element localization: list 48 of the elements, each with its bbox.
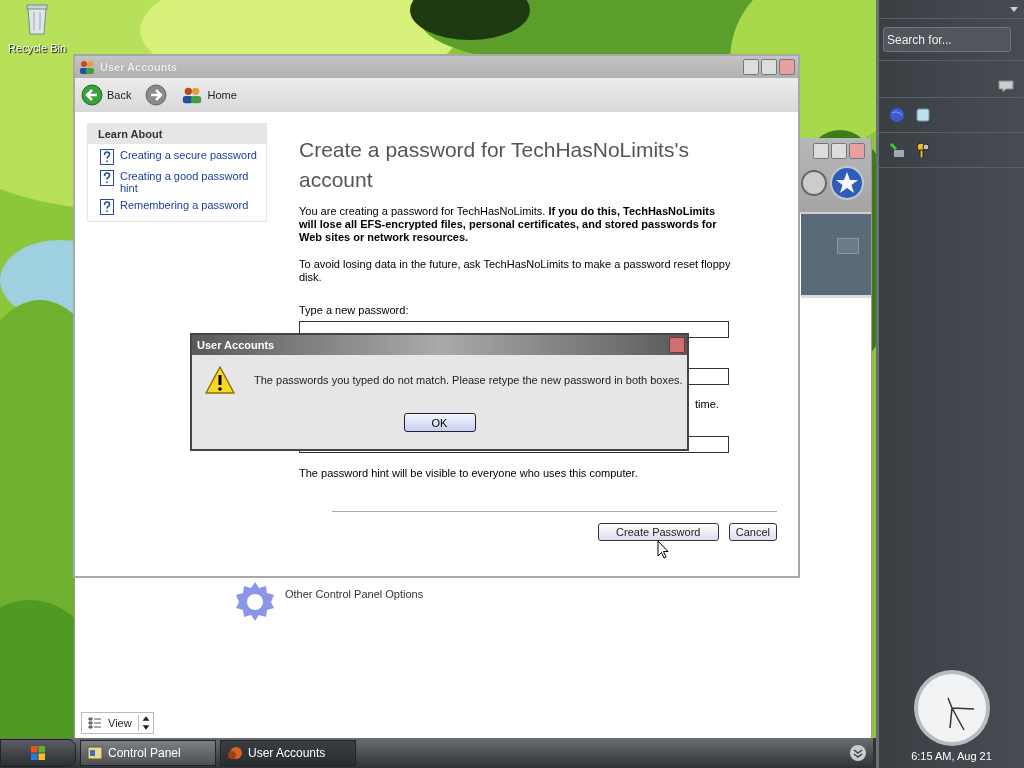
minimize-button[interactable]: [813, 143, 829, 159]
ok-button[interactable]: OK: [403, 413, 476, 432]
view-icon: [88, 717, 102, 729]
caret-icon[interactable]: [1010, 6, 1018, 12]
help-icon: [100, 199, 114, 215]
field-label: Type a new password:: [299, 304, 409, 316]
start-button[interactable]: [0, 739, 76, 767]
hint-note: The password hint will be visible to everyone who uses this computer.: [299, 467, 638, 479]
dialog-title: User Accounts: [197, 339, 275, 351]
help-link[interactable]: Creating a good password hint: [120, 170, 260, 194]
window-title: User Accounts: [100, 61, 179, 73]
maximize-button[interactable]: [761, 59, 777, 75]
taskbar-button[interactable]: User Accounts: [220, 740, 356, 766]
maximize-button[interactable]: [831, 143, 847, 159]
advice-text: To avoid losing data in the future, ask TechHasNoLimits to make a password reset floppy disk.: [299, 258, 731, 284]
category-link[interactable]: Other Control Panel Options: [285, 588, 424, 600]
spinner-icon: [137, 715, 151, 731]
navigation-button[interactable]: [801, 170, 827, 196]
chevron-icon[interactable]: [849, 744, 867, 762]
panel-heading: Learn About: [88, 124, 266, 144]
help-link[interactable]: Creating a secure password: [120, 149, 260, 161]
control-panel-icon: [87, 746, 103, 760]
close-button[interactable]: [669, 337, 685, 353]
clock-text: 6:15 AM, Aug 21: [911, 750, 992, 762]
view-button[interactable]: View: [81, 712, 154, 734]
dialog-message: The passwords you typed do not match. Please retype the new password in both boxes.: [254, 374, 683, 386]
note-text: time.: [695, 398, 719, 410]
users-icon: [79, 60, 95, 74]
help-icon: [100, 170, 114, 186]
cursor-icon: [657, 540, 669, 559]
users-icon: [227, 746, 243, 760]
search-field[interactable]: Search for...: [883, 27, 1011, 52]
warning-text: You are creating a password for TechHasNoLimits. If you do this, TechHasNoLimits will lose all EFS-encrypted files, personal certificates, and stored passwords for Web sites or network resources.: [299, 205, 718, 244]
help-link[interactable]: Remembering a password: [120, 199, 260, 211]
back-button[interactable]: Back: [107, 89, 132, 101]
cancel-button[interactable]: Cancel: [728, 523, 777, 541]
speech-bubble-icon[interactable]: [998, 80, 1014, 93]
warning-icon: [204, 365, 236, 395]
page-heading: Create a password for TechHasNoLimits's account: [299, 137, 690, 193]
help-icon: [100, 149, 114, 165]
keys-icon[interactable]: [915, 142, 931, 158]
minimize-button[interactable]: [743, 59, 759, 75]
create-password-button[interactable]: Create Password: [597, 523, 719, 541]
recycle-bin-icon[interactable]: [25, 2, 49, 36]
windows-logo-icon: [30, 745, 46, 761]
clock-icon: [911, 668, 992, 748]
home-button[interactable]: Home: [207, 89, 237, 101]
taskbar-button[interactable]: Control Panel: [80, 740, 216, 766]
